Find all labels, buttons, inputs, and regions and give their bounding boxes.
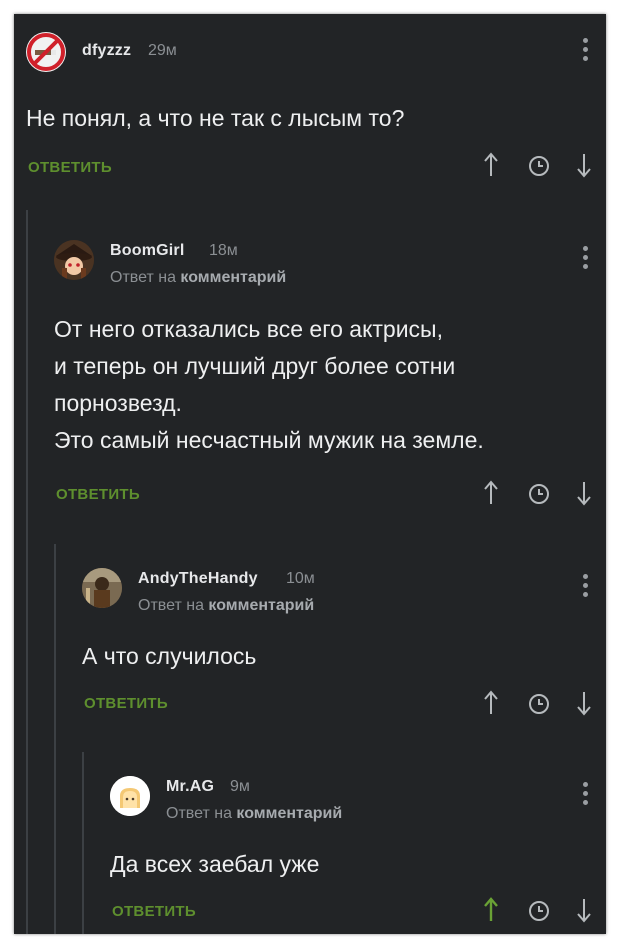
timestamp: 10м	[286, 570, 315, 587]
reply-button[interactable]: ОТВЕТИТЬ	[28, 159, 112, 176]
avatar[interactable]	[110, 776, 150, 816]
avatar[interactable]	[82, 568, 122, 608]
toast-icon	[110, 776, 150, 816]
arrow-up-icon[interactable]	[483, 152, 499, 178]
more-vertical-icon[interactable]	[583, 246, 589, 274]
clock-icon[interactable]	[528, 483, 550, 505]
arrow-up-icon[interactable]	[483, 690, 499, 716]
timestamp: 18м	[209, 242, 238, 259]
anime-girl-icon	[54, 240, 94, 280]
reply-reference[interactable]: Ответ на комментарий	[110, 269, 286, 287]
avatar[interactable]	[54, 240, 94, 280]
arrow-down-icon[interactable]	[576, 897, 592, 923]
reply-button[interactable]: ОТВЕТИТЬ	[112, 903, 196, 920]
reply-reference[interactable]: Ответ на комментарий	[166, 805, 342, 823]
timestamp: 29м	[148, 42, 177, 59]
clock-icon[interactable]	[528, 900, 550, 922]
username[interactable]: Mr.AG	[166, 778, 214, 796]
clock-icon[interactable]	[528, 155, 550, 177]
arrow-up-icon[interactable]	[483, 480, 499, 506]
comments-screen: dfyzzz 29м Не понял, а что не так с лысы…	[14, 14, 606, 934]
more-vertical-icon[interactable]	[583, 38, 589, 66]
reply-button[interactable]: ОТВЕТИТЬ	[56, 486, 140, 503]
username[interactable]: BoomGirl	[110, 242, 185, 260]
figure-icon	[82, 568, 122, 608]
comment-text: От него отказались все его актрисы, и те…	[54, 316, 484, 453]
comment-text: Да всех заебал уже	[110, 851, 320, 877]
thread-line	[54, 544, 56, 934]
thread-line	[82, 752, 84, 934]
timestamp: 9м	[230, 778, 250, 795]
username[interactable]: dfyzzz	[82, 42, 131, 60]
comment-text: А что случилось	[82, 643, 257, 669]
reply-target-link[interactable]: комментарий	[180, 269, 286, 286]
arrow-down-icon[interactable]	[576, 480, 592, 506]
avatar[interactable]	[26, 32, 66, 72]
no-smoking-icon	[27, 33, 65, 71]
reply-prefix: Ответ на	[166, 805, 232, 822]
reply-target-link[interactable]: комментарий	[208, 597, 314, 614]
reply-prefix: Ответ на	[138, 597, 204, 614]
arrow-up-icon[interactable]	[483, 897, 499, 923]
reply-button[interactable]: ОТВЕТИТЬ	[84, 695, 168, 712]
reply-prefix: Ответ на	[110, 269, 176, 286]
more-vertical-icon[interactable]	[583, 574, 589, 602]
clock-icon[interactable]	[528, 693, 550, 715]
username[interactable]: AndyTheHandy	[138, 570, 258, 588]
reply-reference[interactable]: Ответ на комментарий	[138, 597, 314, 615]
reply-target-link[interactable]: комментарий	[236, 805, 342, 822]
more-vertical-icon[interactable]	[583, 782, 589, 810]
arrow-down-icon[interactable]	[576, 690, 592, 716]
thread-line	[26, 210, 28, 934]
comment-text: Не понял, а что не так с лысым то?	[26, 105, 405, 131]
arrow-down-icon[interactable]	[576, 152, 592, 178]
